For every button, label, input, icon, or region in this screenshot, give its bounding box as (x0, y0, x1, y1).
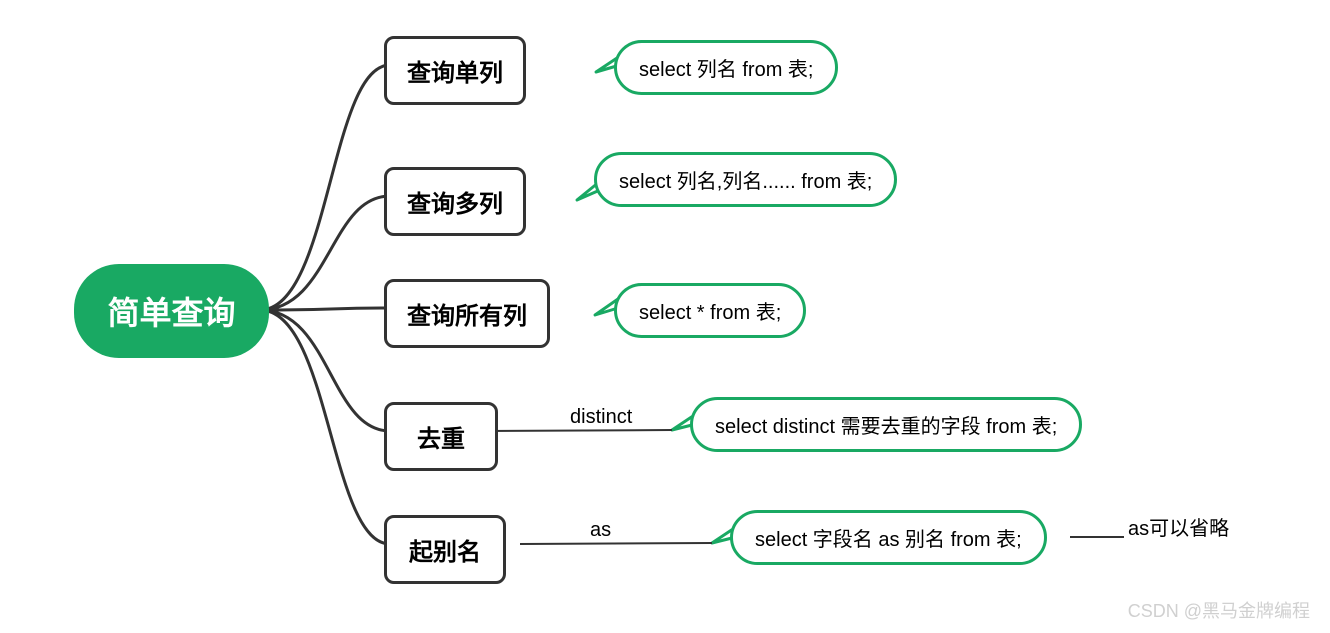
bubble-text: select * from 表; (639, 296, 781, 325)
topic-label: 查询多列 (407, 184, 503, 219)
topic-node-query-multi-column[interactable]: 查询多列 (384, 167, 526, 236)
topic-label: 查询所有列 (407, 296, 527, 331)
bubble-query-all-columns[interactable]: select * from 表; (614, 283, 806, 338)
bubble-text: select 列名 from 表; (639, 53, 813, 82)
bubble-query-single-column[interactable]: select 列名 from 表; (614, 40, 838, 95)
bubble-alias[interactable]: select 字段名 as 别名 from 表; (730, 510, 1047, 565)
topic-node-alias[interactable]: 起别名 (384, 515, 506, 584)
topic-node-query-single-column[interactable]: 查询单列 (384, 36, 526, 105)
bubble-text: select distinct 需要去重的字段 from 表; (715, 410, 1057, 439)
bubble-text: select 字段名 as 别名 from 表; (755, 523, 1022, 552)
topic-label: 起别名 (409, 532, 481, 567)
topic-node-distinct[interactable]: 去重 (384, 402, 498, 471)
mindmap-canvas: 简单查询 查询单列 select 列名 from 表; 查询多列 select … (0, 0, 1330, 633)
bubble-distinct[interactable]: select distinct 需要去重的字段 from 表; (690, 397, 1082, 452)
watermark: CSDN @黑马金牌编程 (1128, 597, 1310, 623)
bubble-text: select 列名,列名...... from 表; (619, 165, 872, 194)
edge-label-as: as (590, 519, 611, 542)
trailing-label-as-optional: as可以省略 (1128, 512, 1229, 541)
edge-label-distinct: distinct (570, 406, 632, 429)
topic-node-query-all-columns[interactable]: 查询所有列 (384, 279, 550, 348)
root-node[interactable]: 简单查询 (74, 264, 269, 358)
topic-label: 查询单列 (407, 53, 503, 88)
topic-label: 去重 (417, 419, 465, 454)
root-label: 简单查询 (107, 288, 235, 334)
bubble-query-multi-column[interactable]: select 列名,列名...... from 表; (594, 152, 897, 207)
